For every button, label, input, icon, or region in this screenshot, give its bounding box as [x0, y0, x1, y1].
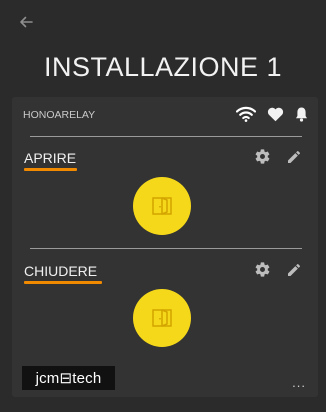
page-title: INSTALLAZIONE 1: [43, 52, 283, 82]
back-button[interactable]: [14, 10, 38, 34]
heart-icon[interactable]: [267, 107, 284, 122]
action-underline: [24, 281, 102, 284]
wifi-icon: [236, 106, 256, 122]
action-label-aprire: APRIRE: [24, 150, 77, 166]
arrow-left-icon: [20, 16, 33, 28]
bell-icon[interactable]: [295, 106, 308, 122]
divider: [30, 136, 302, 137]
device-card: HONOARELAY APRIRE CHIUDERE jcm⊟tech ...: [12, 97, 318, 397]
pencil-icon[interactable]: [286, 262, 302, 278]
gear-icon[interactable]: [254, 261, 271, 278]
status-icons: [236, 106, 308, 122]
action-tools: [254, 261, 302, 278]
close-door-button[interactable]: [133, 289, 191, 347]
gear-icon[interactable]: [254, 148, 271, 165]
more-options-button[interactable]: ...: [292, 375, 306, 390]
pencil-icon[interactable]: [286, 149, 302, 165]
jcmtech-logo: jcm⊟tech: [22, 366, 115, 390]
device-name: HONOARELAY: [23, 109, 96, 121]
action-tools: [254, 148, 302, 165]
action-underline: [24, 168, 77, 171]
action-label-chiudere: CHIUDERE: [24, 263, 98, 279]
door-icon: [152, 309, 172, 327]
open-door-button[interactable]: [133, 177, 191, 235]
divider: [30, 248, 302, 249]
door-icon: [152, 197, 172, 215]
